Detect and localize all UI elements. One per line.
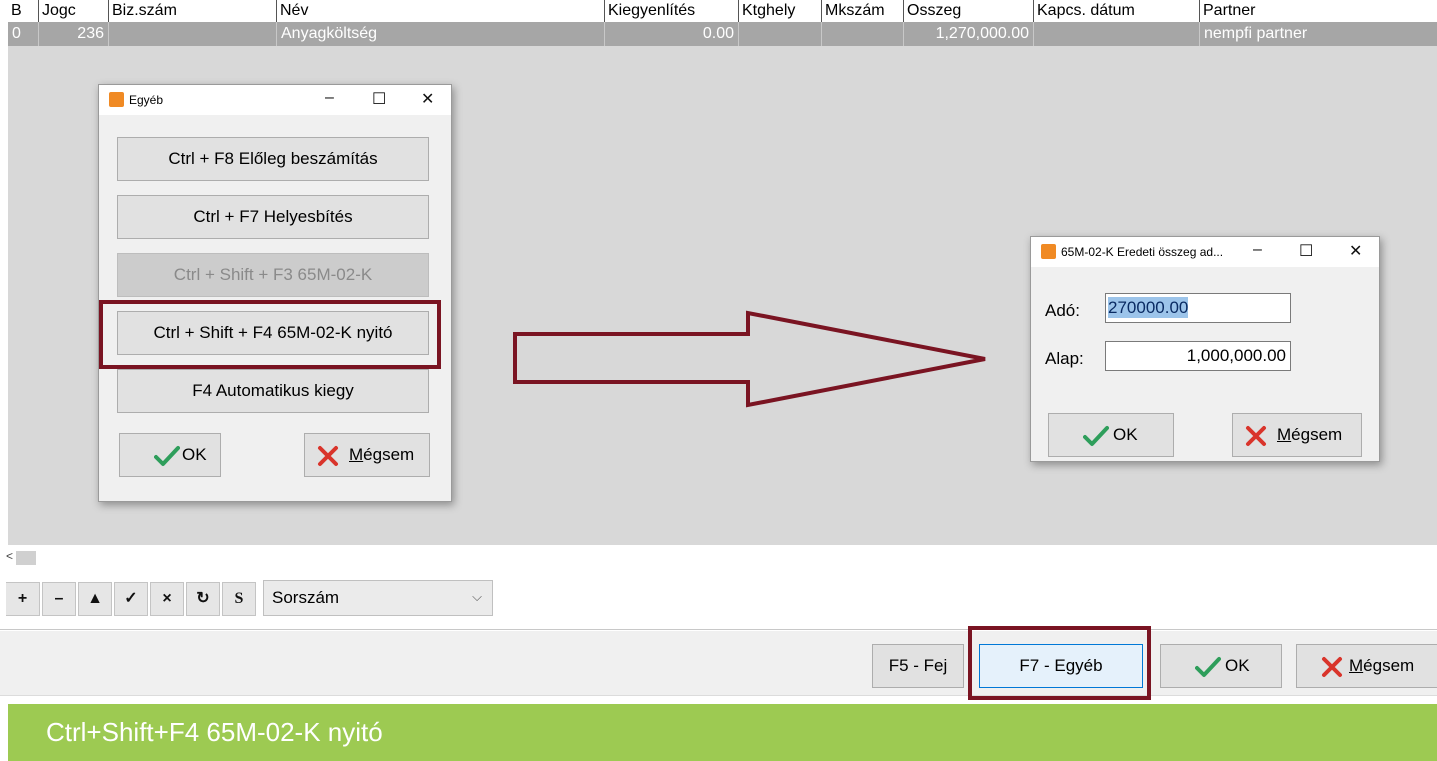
cancel-label: Mégsem [1349,656,1414,676]
dialog-cancel-button[interactable]: Mégsem [304,433,430,477]
minimize-icon[interactable]: – [1253,241,1262,259]
add-record-button[interactable]: + [6,582,40,616]
table-row[interactable]: 0 236 Anyagköltség 0.00 1,270,000.00 nem… [8,22,1437,46]
nyito-highlight-box [99,300,441,369]
search-s-button[interactable]: S [222,582,256,616]
amount-dialog-titlebar: 65M-02-K Eredeti összeg ad... – ☐ ✕ [1031,237,1379,267]
alap-field[interactable]: 1,000,000.00 [1105,341,1291,371]
grid-header: B Jogc Biz.szám Név Kiegyenlítés Ktghely… [8,0,1437,22]
sort-select[interactable]: Sorszám ⌵ [263,580,493,616]
cancel-label-rest: égsem [1363,656,1415,675]
eloleg-beszamitas-button[interactable]: Ctrl + F8 Előleg beszámítás [117,137,429,181]
cell-ktghely [738,22,821,46]
cell-mkszam [821,22,903,46]
automatikus-kiegy-button[interactable]: F4 Automatikus kiegy [117,369,429,413]
amount-dialog-title: 65M-02-K Eredeti összeg ad... [1061,245,1224,259]
col-header-bizszam[interactable]: Biz.szám [108,0,276,22]
caption-banner: Ctrl+Shift+F4 65M-02-K nyitó [8,704,1437,761]
dialog-ok-label: OK [182,445,207,464]
col-header-partner[interactable]: Partner [1199,0,1437,22]
navigation-toolbar: + – ▲ ✓ × ↻ S Sorszám ⌵ [0,568,1437,630]
cancel-button[interactable]: Mégsem [1296,644,1437,688]
dialog-cancel-label: Mégsem [349,445,414,465]
ok-button[interactable]: OK [1160,644,1282,688]
col-header-osszeg[interactable]: Osszeg [903,0,1033,22]
dialog-title: Egyéb [129,93,164,107]
col-header-kapcs-datum[interactable]: Kapcs. dátum [1033,0,1199,22]
app-icon [109,92,124,107]
horizontal-scrollbar[interactable]: < [0,549,1437,567]
cross-icon [318,446,338,466]
dialog-cancel-label-rest: égsem [363,445,415,464]
col-header-kiegyenlites[interactable]: Kiegyenlítés [604,0,738,22]
ado-label: Adó: [1045,301,1080,320]
maximize-icon[interactable]: ☐ [1299,241,1313,261]
f7-highlight-box [968,626,1151,700]
checkmark-icon [154,446,180,466]
move-up-button[interactable]: ▲ [78,582,112,616]
dialog-ok-button[interactable]: OK [119,433,221,477]
dialog-titlebar: Egyéb – ☐ ✕ [99,85,451,115]
app-icon [1041,244,1056,259]
65m-02-k-button: Ctrl + Shift + F3 65M-02-K [117,253,429,297]
maximize-icon[interactable]: ☐ [372,89,386,109]
cell-partner: nempfi partner [1199,22,1437,46]
cell-b: 0 [12,25,21,42]
col-header-mkszam[interactable]: Mkszám [821,0,903,22]
col-header-b[interactable]: B [8,0,38,22]
scroll-thumb[interactable] [16,551,36,565]
sort-select-value: Sorszám [272,588,340,607]
checkmark-icon [1083,426,1109,446]
right-arrow-icon [513,310,986,408]
scroll-left-arrow[interactable]: < [6,549,13,563]
cell-kiegyenlites: 0.00 [604,22,738,46]
alap-label: Alap: [1045,349,1084,368]
amount-cancel-label-rest: égsem [1291,425,1343,444]
close-icon[interactable]: ✕ [1349,241,1362,261]
amount-cancel-accelerator: M [1277,425,1292,444]
cell-bizszam [108,22,276,46]
post-button[interactable]: ✓ [114,582,148,616]
bottom-button-bar: F5 - Fej F7 - Egyéb OK Mégsem [0,631,1437,696]
amount-ok-label: OK [1113,425,1138,444]
cancel-accelerator: M [1349,656,1364,675]
amount-dialog: 65M-02-K Eredeti összeg ad... – ☐ ✕ Adó:… [1030,236,1380,462]
helyesbites-button[interactable]: Ctrl + F7 Helyesbítés [117,195,429,239]
cell-osszeg: 1,270,000.00 [903,22,1033,46]
col-header-ktghely[interactable]: Ktghely [738,0,821,22]
minimize-icon[interactable]: – [325,89,334,107]
cell-nev: Anyagköltség [276,22,604,46]
checkmark-icon [1195,657,1221,677]
ado-field[interactable]: 270000.00 [1105,293,1291,323]
amount-cancel-button[interactable]: Mégsem [1232,413,1362,457]
delete-record-button[interactable]: – [42,582,76,616]
close-icon[interactable]: ✕ [421,89,434,109]
cancel-edit-button[interactable]: × [150,582,184,616]
cross-icon [1246,426,1266,446]
col-header-jogc[interactable]: Jogc [38,0,108,22]
f5-fej-button[interactable]: F5 - Fej [872,644,964,688]
amount-ok-button[interactable]: OK [1048,413,1174,457]
dialog-cancel-accelerator: M [349,445,364,464]
cross-icon [1322,657,1342,677]
refresh-button[interactable]: ↻ [186,582,220,616]
col-header-nev[interactable]: Név [276,0,604,22]
cell-kapcs-datum [1033,22,1199,46]
cell-jogc: 236 [38,22,108,46]
ok-label: OK [1225,656,1250,675]
chevron-down-icon: ⌵ [472,589,482,604]
egyeb-dialog: Egyéb – ☐ ✕ Ctrl + F8 Előleg beszámítás … [98,84,452,502]
ado-value: 270000.00 [1108,297,1189,318]
amount-cancel-label: Mégsem [1277,425,1342,445]
